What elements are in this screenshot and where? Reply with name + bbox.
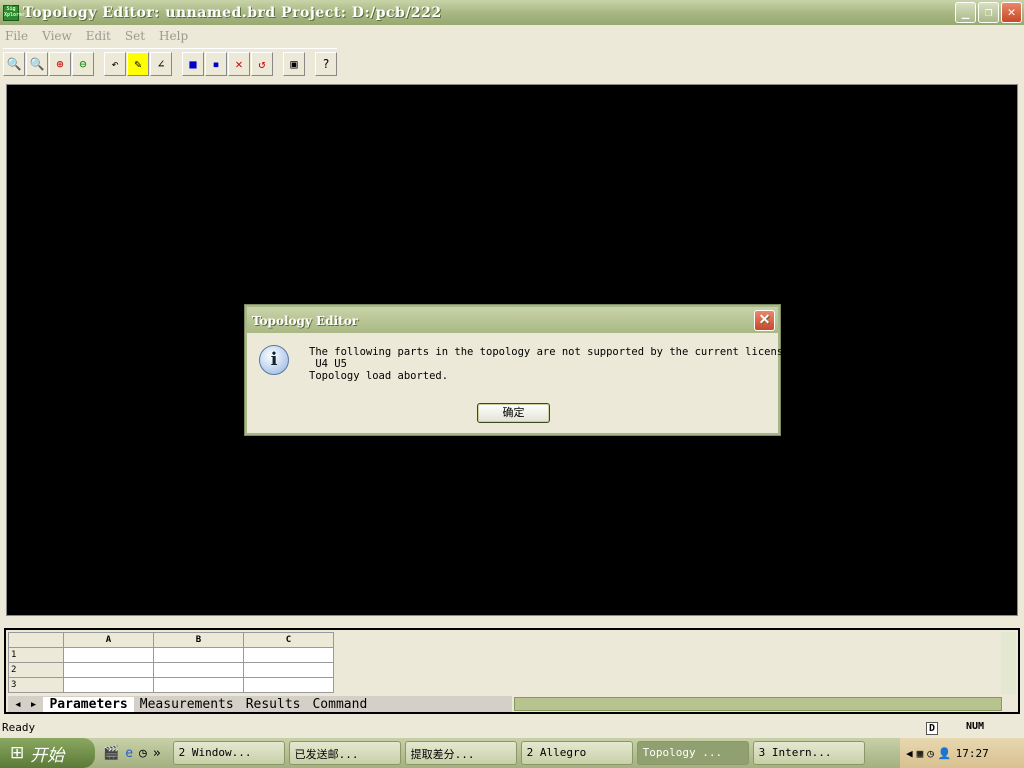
- column-header[interactable]: C: [243, 632, 334, 648]
- cell[interactable]: [153, 662, 244, 678]
- status-text: Ready: [2, 721, 36, 734]
- clock[interactable]: 17:27: [956, 747, 989, 760]
- dialog-message: The following parts in the topology are …: [309, 346, 796, 382]
- tray-clock-icon[interactable]: ◷: [927, 747, 934, 760]
- minimize-button[interactable]: _: [955, 2, 976, 23]
- ime-indicator[interactable]: D: [926, 722, 939, 735]
- app-icon: Sig Xplorer: [3, 4, 25, 21]
- simulate-icon[interactable]: ▣: [283, 51, 305, 76]
- cell[interactable]: [153, 677, 244, 693]
- spreadsheet-panel: A B C 1 2 3 ◂ ▸ Parameters Measurements …: [4, 628, 1020, 714]
- rotate-icon[interactable]: ↺: [251, 51, 273, 76]
- spreadsheet: A B C 1 2 3: [8, 632, 334, 693]
- vertical-scrollbar[interactable]: [1001, 632, 1016, 694]
- zoom-out-icon[interactable]: ⊖: [72, 51, 94, 76]
- move-part-icon[interactable]: ▪: [205, 51, 227, 76]
- tab-results[interactable]: Results: [240, 697, 307, 712]
- dialog-title: Topology Editor ✕: [247, 307, 778, 333]
- info-icon: i: [259, 345, 289, 375]
- help-button[interactable]: ?: [315, 51, 337, 76]
- sheet-tabs: ◂ ▸ Parameters Measurements Results Comm…: [8, 696, 512, 712]
- media-icon[interactable]: 🎬: [103, 746, 119, 761]
- column-header[interactable]: A: [63, 632, 154, 648]
- corner-cell: [8, 632, 64, 648]
- tab-parameters[interactable]: Parameters: [43, 696, 134, 712]
- task-internet[interactable]: 3 Intern...: [752, 741, 865, 765]
- ie-icon[interactable]: e: [125, 746, 133, 761]
- tab-scroll-arrows[interactable]: ◂ ▸: [8, 697, 43, 712]
- taskbar: ⊞ 开始 🎬 e ◷ » 2 Window... 已发送邮... 提取差分... …: [0, 738, 1024, 768]
- toolbar: 🔍 🔍 ⊕ ⊖ ↶ ✎ ∠ ■ ▪ ✕ ↺ ▣ ?: [3, 48, 337, 78]
- more-button[interactable]: »: [153, 746, 161, 761]
- task-topology[interactable]: Topology ...: [636, 741, 749, 765]
- menu-set[interactable]: Set: [125, 29, 145, 43]
- start-label: 开始: [30, 745, 65, 766]
- num-lock-indicator: NUM: [966, 721, 985, 732]
- delete-icon[interactable]: ✕: [228, 51, 250, 76]
- cell[interactable]: [153, 647, 244, 663]
- task-allegro[interactable]: 2 Allegro: [520, 741, 633, 765]
- system-tray: ◀ ▦ ◷ 👤 17:27: [900, 738, 1024, 768]
- cell[interactable]: [243, 662, 334, 678]
- task-extract[interactable]: 提取差分...: [404, 741, 517, 765]
- windows-logo-icon: ⊞: [10, 743, 25, 763]
- column-header[interactable]: B: [153, 632, 244, 648]
- cell[interactable]: [243, 647, 334, 663]
- row-header[interactable]: 1: [8, 647, 64, 663]
- horizontal-scrollbar[interactable]: [514, 697, 1002, 711]
- menu-help[interactable]: Help: [159, 29, 188, 43]
- add-part-icon[interactable]: ■: [182, 51, 204, 76]
- undo-icon[interactable]: ↶: [104, 51, 126, 76]
- dialog-title-text: Topology Editor: [252, 314, 359, 328]
- cell[interactable]: [243, 677, 334, 693]
- tray-app-icon[interactable]: ▦: [917, 747, 924, 760]
- cell[interactable]: [63, 662, 154, 678]
- tab-command[interactable]: Command: [306, 697, 373, 712]
- ok-button[interactable]: 确定: [477, 403, 550, 423]
- menu-edit[interactable]: Edit: [86, 29, 111, 43]
- row-header[interactable]: 3: [8, 677, 64, 693]
- quick-launch: 🎬 e ◷ »: [95, 746, 169, 761]
- row-header[interactable]: 2: [8, 662, 64, 678]
- cell[interactable]: [63, 647, 154, 663]
- menu-bar: File View Edit Set Help: [0, 26, 1024, 46]
- maximize-button[interactable]: ❐: [978, 2, 999, 23]
- menu-view[interactable]: View: [42, 29, 72, 43]
- highlight-icon[interactable]: ✎: [127, 51, 149, 76]
- tray-expand-icon[interactable]: ◀: [906, 747, 913, 760]
- zoom-window-icon[interactable]: 🔍: [26, 51, 48, 76]
- tray-user-icon[interactable]: 👤: [938, 747, 952, 760]
- zoom-fit-icon[interactable]: 🔍: [3, 51, 25, 76]
- wire-icon[interactable]: ∠: [150, 51, 172, 76]
- cell[interactable]: [63, 677, 154, 693]
- start-button[interactable]: ⊞ 开始: [0, 738, 95, 768]
- clock-app-icon[interactable]: ◷: [139, 746, 147, 761]
- menu-file[interactable]: File: [5, 29, 28, 43]
- task-sent-mail[interactable]: 已发送邮...: [288, 741, 401, 765]
- title-bar: Sig Xplorer Topology Editor: unnamed.brd …: [0, 0, 1024, 25]
- tab-measurements[interactable]: Measurements: [134, 697, 240, 712]
- message-dialog: Topology Editor ✕ i The following parts …: [245, 305, 796, 435]
- dialog-close-button[interactable]: ✕: [754, 310, 775, 331]
- window-title: Topology Editor: unnamed.brd Project: D:…: [23, 4, 442, 21]
- close-button[interactable]: ✕: [1001, 2, 1022, 23]
- zoom-in-icon[interactable]: ⊕: [49, 51, 71, 76]
- task-windows[interactable]: 2 Window...: [172, 741, 285, 765]
